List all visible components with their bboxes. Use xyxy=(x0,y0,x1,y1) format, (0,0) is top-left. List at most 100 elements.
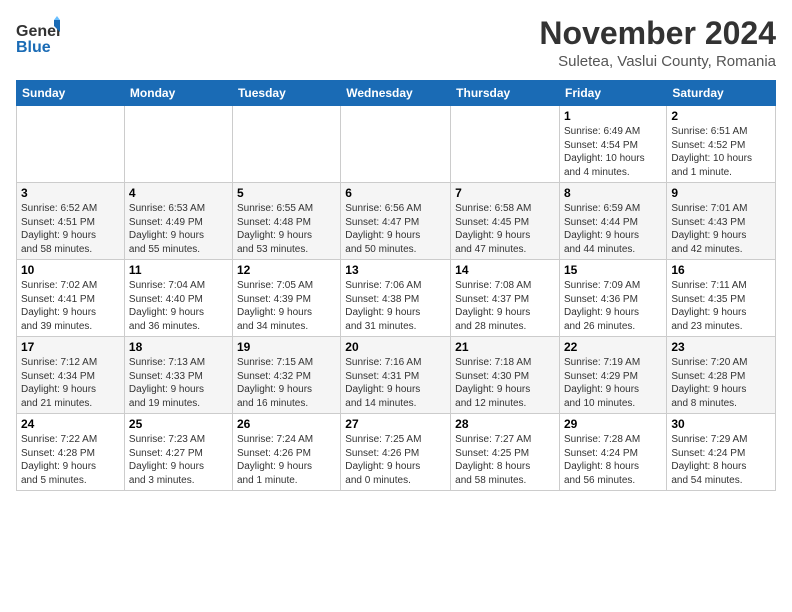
weekday-header: Tuesday xyxy=(232,81,340,106)
day-info: Sunrise: 7:13 AMSunset: 4:33 PMDaylight:… xyxy=(129,356,228,410)
calendar-cell: 17 Sunrise: 7:12 AMSunset: 4:34 PMDayligh… xyxy=(17,337,125,414)
day-number: 25 xyxy=(129,417,228,431)
calendar-cell: 11Sunrise: 7:04 AMSunset: 4:40 PMDayligh… xyxy=(124,260,232,337)
calendar-cell: 1 Sunrise: 6:49 AMSunset: 4:54 PMDaylight… xyxy=(560,106,667,183)
calendar-table: SundayMondayTuesdayWednesdayThursdayFrid… xyxy=(16,80,776,491)
day-number: 20 xyxy=(345,340,446,354)
weekday-header: Sunday xyxy=(17,81,125,106)
calendar-cell: 24 Sunrise: 7:22 AMSunset: 4:28 PMDayligh… xyxy=(17,414,125,491)
calendar-cell: 3 Sunrise: 6:52 AMSunset: 4:51 PMDaylight… xyxy=(17,183,125,260)
calendar-cell: 25 Sunrise: 7:23 AMSunset: 4:27 PMDayligh… xyxy=(124,414,232,491)
day-number: 1 xyxy=(564,109,662,123)
location-subtitle: Suletea, Vaslui County, Romania xyxy=(539,53,776,70)
weekday-header: Saturday xyxy=(667,81,776,106)
day-info: Sunrise: 7:01 AMSunset: 4:43 PMDaylight:… xyxy=(671,202,771,256)
weekday-header: Friday xyxy=(560,81,667,106)
day-number: 22 xyxy=(564,340,662,354)
day-info: Sunrise: 6:51 AMSunset: 4:52 PMDaylight:… xyxy=(671,125,771,179)
calendar-week-row: 17 Sunrise: 7:12 AMSunset: 4:34 PMDayligh… xyxy=(17,337,776,414)
svg-text:Blue: Blue xyxy=(16,39,51,56)
calendar-cell: 2 Sunrise: 6:51 AMSunset: 4:52 PMDaylight… xyxy=(667,106,776,183)
calendar-cell xyxy=(124,106,232,183)
calendar-cell: 16 Sunrise: 7:11 AMSunset: 4:35 PMDayligh… xyxy=(667,260,776,337)
day-number: 5 xyxy=(237,186,336,200)
day-info: Sunrise: 7:29 AMSunset: 4:24 PMDaylight:… xyxy=(671,433,771,487)
day-info: Sunrise: 7:15 AMSunset: 4:32 PMDaylight:… xyxy=(237,356,336,410)
logo-icon: General Blue xyxy=(16,16,60,65)
day-number: 3 xyxy=(21,186,120,200)
day-info: Sunrise: 6:52 AMSunset: 4:51 PMDaylight:… xyxy=(21,202,120,256)
weekday-header: Monday xyxy=(124,81,232,106)
day-info: Sunrise: 7:06 AMSunset: 4:38 PMDaylight:… xyxy=(345,279,446,333)
calendar-cell: 6Sunrise: 6:56 AMSunset: 4:47 PMDaylight… xyxy=(341,183,451,260)
calendar-cell: 22 Sunrise: 7:19 AMSunset: 4:29 PMDayligh… xyxy=(560,337,667,414)
header: General Blue November 2024 Suletea, Vasl… xyxy=(16,16,776,70)
title-section: November 2024 Suletea, Vaslui County, Ro… xyxy=(539,16,776,70)
day-number: 28 xyxy=(455,417,555,431)
day-number: 11 xyxy=(129,263,228,277)
calendar-cell: 20 Sunrise: 7:16 AMSunset: 4:31 PMDayligh… xyxy=(341,337,451,414)
calendar-cell: 5 Sunrise: 6:55 AMSunset: 4:48 PMDaylight… xyxy=(232,183,340,260)
calendar-cell: 12 Sunrise: 7:05 AMSunset: 4:39 PMDayligh… xyxy=(232,260,340,337)
calendar-cell: 9Sunrise: 7:01 AMSunset: 4:43 PMDaylight… xyxy=(667,183,776,260)
calendar-cell xyxy=(232,106,340,183)
day-number: 21 xyxy=(455,340,555,354)
day-info: Sunrise: 7:16 AMSunset: 4:31 PMDaylight:… xyxy=(345,356,446,410)
day-number: 17 xyxy=(21,340,120,354)
calendar-cell xyxy=(17,106,125,183)
calendar-cell: 21 Sunrise: 7:18 AMSunset: 4:30 PMDayligh… xyxy=(451,337,560,414)
calendar-cell: 8 Sunrise: 6:59 AMSunset: 4:44 PMDaylight… xyxy=(560,183,667,260)
calendar-header-row: SundayMondayTuesdayWednesdayThursdayFrid… xyxy=(17,81,776,106)
day-number: 2 xyxy=(671,109,771,123)
calendar-week-row: 1 Sunrise: 6:49 AMSunset: 4:54 PMDaylight… xyxy=(17,106,776,183)
calendar-cell: 13 Sunrise: 7:06 AMSunset: 4:38 PMDayligh… xyxy=(341,260,451,337)
day-info: Sunrise: 6:49 AMSunset: 4:54 PMDaylight:… xyxy=(564,125,662,179)
calendar-cell: 10 Sunrise: 7:02 AMSunset: 4:41 PMDayligh… xyxy=(17,260,125,337)
calendar-cell: 23 Sunrise: 7:20 AMSunset: 4:28 PMDayligh… xyxy=(667,337,776,414)
day-number: 24 xyxy=(21,417,120,431)
day-number: 18 xyxy=(129,340,228,354)
day-number: 15 xyxy=(564,263,662,277)
calendar-cell: 27Sunrise: 7:25 AMSunset: 4:26 PMDayligh… xyxy=(341,414,451,491)
day-info: Sunrise: 7:27 AMSunset: 4:25 PMDaylight:… xyxy=(455,433,555,487)
day-info: Sunrise: 7:20 AMSunset: 4:28 PMDaylight:… xyxy=(671,356,771,410)
day-info: Sunrise: 6:58 AMSunset: 4:45 PMDaylight:… xyxy=(455,202,555,256)
day-number: 14 xyxy=(455,263,555,277)
day-info: Sunrise: 7:08 AMSunset: 4:37 PMDaylight:… xyxy=(455,279,555,333)
day-number: 10 xyxy=(21,263,120,277)
month-title: November 2024 xyxy=(539,16,776,51)
logo: General Blue xyxy=(16,16,60,65)
day-info: Sunrise: 7:02 AMSunset: 4:41 PMDaylight:… xyxy=(21,279,120,333)
day-info: Sunrise: 6:59 AMSunset: 4:44 PMDaylight:… xyxy=(564,202,662,256)
day-info: Sunrise: 7:18 AMSunset: 4:30 PMDaylight:… xyxy=(455,356,555,410)
day-number: 12 xyxy=(237,263,336,277)
day-info: Sunrise: 7:05 AMSunset: 4:39 PMDaylight:… xyxy=(237,279,336,333)
day-number: 8 xyxy=(564,186,662,200)
day-info: Sunrise: 7:23 AMSunset: 4:27 PMDaylight:… xyxy=(129,433,228,487)
calendar-cell: 4Sunrise: 6:53 AMSunset: 4:49 PMDaylight… xyxy=(124,183,232,260)
day-info: Sunrise: 6:56 AMSunset: 4:47 PMDaylight:… xyxy=(345,202,446,256)
page-container: General Blue November 2024 Suletea, Vasl… xyxy=(0,0,792,499)
calendar-week-row: 10 Sunrise: 7:02 AMSunset: 4:41 PMDayligh… xyxy=(17,260,776,337)
day-number: 16 xyxy=(671,263,771,277)
day-info: Sunrise: 7:22 AMSunset: 4:28 PMDaylight:… xyxy=(21,433,120,487)
calendar-cell: 14 Sunrise: 7:08 AMSunset: 4:37 PMDayligh… xyxy=(451,260,560,337)
day-number: 23 xyxy=(671,340,771,354)
calendar-cell: 15Sunrise: 7:09 AMSunset: 4:36 PMDayligh… xyxy=(560,260,667,337)
calendar-cell: 30 Sunrise: 7:29 AMSunset: 4:24 PMDayligh… xyxy=(667,414,776,491)
calendar-cell: 19 Sunrise: 7:15 AMSunset: 4:32 PMDayligh… xyxy=(232,337,340,414)
calendar-cell: 26Sunrise: 7:24 AMSunset: 4:26 PMDayligh… xyxy=(232,414,340,491)
day-info: Sunrise: 7:12 AMSunset: 4:34 PMDaylight:… xyxy=(21,356,120,410)
svg-text:General: General xyxy=(16,23,60,40)
weekday-header: Thursday xyxy=(451,81,560,106)
day-info: Sunrise: 7:11 AMSunset: 4:35 PMDaylight:… xyxy=(671,279,771,333)
day-info: Sunrise: 6:55 AMSunset: 4:48 PMDaylight:… xyxy=(237,202,336,256)
day-info: Sunrise: 7:25 AMSunset: 4:26 PMDaylight:… xyxy=(345,433,446,487)
calendar-week-row: 24 Sunrise: 7:22 AMSunset: 4:28 PMDayligh… xyxy=(17,414,776,491)
day-number: 30 xyxy=(671,417,771,431)
calendar-cell: 28 Sunrise: 7:27 AMSunset: 4:25 PMDayligh… xyxy=(451,414,560,491)
day-number: 13 xyxy=(345,263,446,277)
calendar-week-row: 3 Sunrise: 6:52 AMSunset: 4:51 PMDaylight… xyxy=(17,183,776,260)
day-info: Sunrise: 7:19 AMSunset: 4:29 PMDaylight:… xyxy=(564,356,662,410)
day-number: 19 xyxy=(237,340,336,354)
